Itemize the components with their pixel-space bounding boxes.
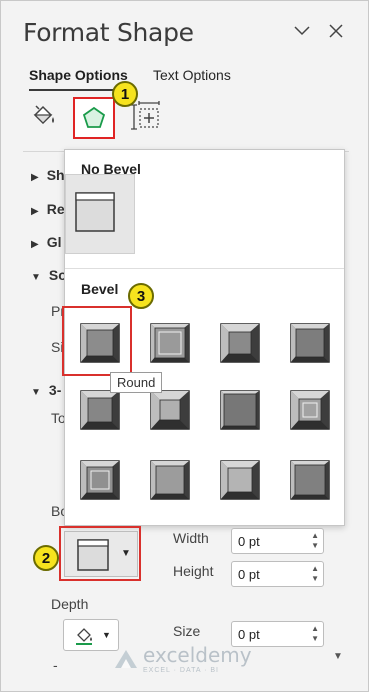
tab-text-options[interactable]: Text Options: [153, 67, 231, 83]
pentagon-effects-icon: [82, 106, 106, 128]
round-bevel-highlight: [62, 306, 132, 376]
bevel-none-icon: [77, 539, 109, 571]
spinner-arrows-icon[interactable]: ▲ ▼: [311, 531, 319, 551]
bevel-hard-edge-icon: [220, 460, 260, 500]
bottom-height-input[interactable]: 0 pt ▲ ▼: [231, 561, 324, 587]
bevel-option-slope[interactable]: [290, 390, 330, 430]
chevron-down-icon: ▼: [102, 630, 111, 640]
close-pane-button[interactable]: [324, 19, 348, 43]
chevron-down-icon: ▼: [31, 387, 41, 398]
exceldemy-logo-icon: [115, 649, 137, 668]
round-tooltip: Round: [110, 372, 163, 393]
bottom-bevel-dropdown[interactable]: ▼: [64, 531, 138, 577]
bottom-width-input[interactable]: 0 pt ▲ ▼: [231, 528, 324, 554]
size-properties-icon: [131, 101, 160, 130]
effects-tab[interactable]: [73, 97, 115, 139]
bevel-option-cross[interactable]: [220, 323, 260, 363]
paint-bucket-icon: [33, 105, 54, 125]
exceldemy-watermark: exceldemy EXCEL · DATA · BI: [113, 643, 252, 674]
paint-bucket-icon: [76, 628, 92, 645]
bevel-option-divot[interactable]: [80, 460, 120, 500]
step-badge-3: 3: [128, 283, 154, 309]
pane-title: Format Shape: [23, 18, 194, 47]
bevel-riblet-icon: [150, 460, 190, 500]
bevel-option-art-deco[interactable]: [290, 460, 330, 500]
bevel-art-deco-icon: [290, 460, 330, 500]
bevel-option-relaxed-inset[interactable]: [150, 323, 190, 363]
depth-label: Depth: [51, 596, 89, 612]
bevel-convex-icon: [220, 390, 260, 430]
fill-line-tab[interactable]: [23, 97, 63, 137]
chevron-right-icon: ▶: [31, 206, 39, 217]
bevel-gallery-popup: No Bevel Bevel Round: [62, 149, 345, 526]
section-reflection[interactable]: ▶ Re: [31, 201, 65, 217]
watermark-name: exceldemy: [143, 643, 252, 667]
section-soft-edges[interactable]: ▼ So: [31, 267, 67, 283]
bevel-relaxed-inset-icon: [150, 323, 190, 363]
bevel-divot-icon: [80, 460, 120, 500]
watermark-sub: EXCEL · DATA · BI: [143, 667, 219, 674]
chevron-down-icon: ▼: [31, 272, 41, 283]
chevron-down-icon: [294, 26, 310, 36]
bevel-soft-round-icon: [150, 390, 190, 430]
spinner-arrows-icon[interactable]: ▲ ▼: [311, 564, 319, 584]
options-dropdown-button[interactable]: [290, 19, 314, 43]
bevel-option-riblet[interactable]: [150, 460, 190, 500]
bevel-option-none[interactable]: [75, 192, 115, 232]
step-badge-2: 2: [33, 545, 59, 571]
bevel-option-angle[interactable]: [80, 390, 120, 430]
depth-size-label: Size: [173, 623, 201, 639]
step-badge-1: 1: [112, 81, 138, 107]
chevron-down-icon: ▼: [121, 548, 131, 559]
tab-shape-options[interactable]: Shape Options: [29, 67, 128, 83]
depth-color-button[interactable]: ▼: [63, 619, 119, 651]
bevel-slope-icon: [290, 390, 330, 430]
section-glow[interactable]: ▶ Gl: [31, 234, 61, 250]
bottom-width-label: Width: [173, 530, 209, 546]
bevel-option-cool-slant[interactable]: [290, 323, 330, 363]
bevel-option-soft-round[interactable]: [150, 390, 190, 430]
format-shape-pane: Format Shape Shape Options Text Options …: [0, 0, 369, 692]
bevel-option-hard-edge[interactable]: [220, 460, 260, 500]
close-icon: [329, 24, 343, 38]
chevron-right-icon: ▶: [31, 239, 39, 250]
bevel-heading: Bevel: [81, 281, 119, 297]
bevel-none-icon: [75, 192, 115, 232]
bevel-angle-icon: [80, 390, 120, 430]
popup-separator: [65, 268, 344, 269]
section-3d-format[interactable]: ▼ 3-: [31, 382, 61, 398]
bevel-cool-slant-icon: [290, 323, 330, 363]
scroll-down-icon[interactable]: ▼: [333, 651, 343, 662]
spinner-arrows-icon[interactable]: ▲ ▼: [311, 624, 319, 644]
bevel-option-convex[interactable]: [220, 390, 260, 430]
contour-dash: -: [53, 657, 58, 673]
section-shadow[interactable]: ▶ Sh: [31, 167, 65, 183]
bottom-height-label: Height: [173, 563, 214, 579]
bevel-cross-icon: [220, 323, 260, 363]
chevron-right-icon: ▶: [31, 172, 39, 183]
